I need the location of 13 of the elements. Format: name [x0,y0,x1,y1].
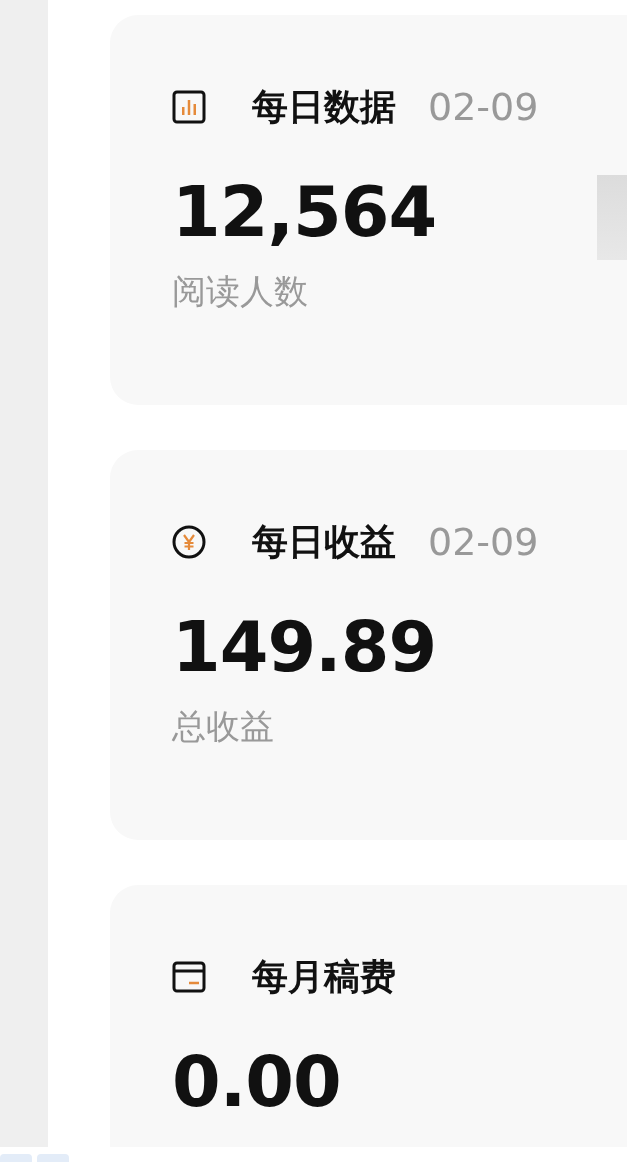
stat-value: 0.00 [172,1047,341,1117]
stat-card[interactable]: 每日数据 02-09 12,564 阅读人数 [110,15,627,405]
stat-value: 12,564 [172,177,437,247]
card-title: 每月稿费 [252,954,396,999]
date-label: 02-09 [428,85,539,129]
stat-card[interactable]: 每月稿费 0.00 [110,885,627,1147]
date-label: 02-09 [428,520,539,564]
card-title: 每日收益 [252,519,396,564]
card-title: 每日数据 [252,84,396,129]
stat-caption: 总收益 [172,705,274,748]
stat-value: 149.89 [172,612,437,682]
stat-card[interactable]: 每日收益 02-09 149.89 总收益 [110,450,627,840]
stat-caption: 阅读人数 [172,270,308,313]
